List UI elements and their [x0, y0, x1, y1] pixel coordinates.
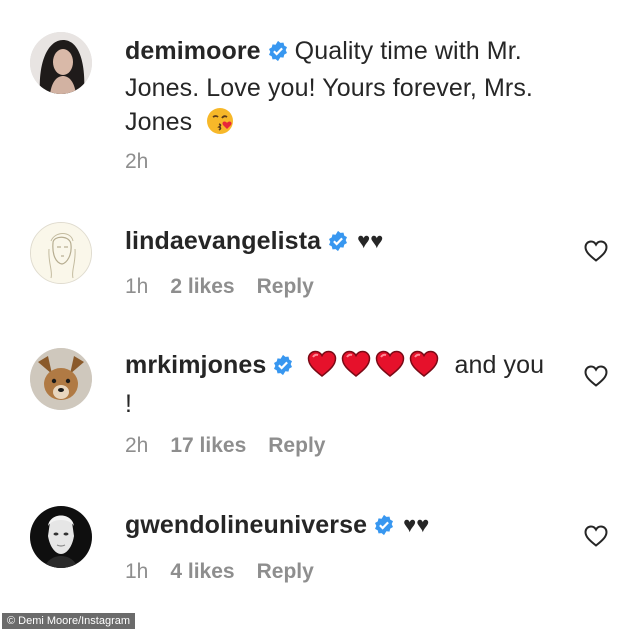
comment-meta: 1h 2 likes Reply	[125, 275, 314, 299]
comment-meta: 2h	[125, 150, 148, 174]
kissing-face-emoji-icon	[205, 106, 235, 145]
comment-text: and you	[454, 351, 545, 379]
red-heart-emoji-icon	[307, 350, 337, 387]
avatar[interactable]	[30, 222, 92, 284]
photo-credit: © Demi Moore/Instagram	[2, 613, 136, 629]
black-hearts-text: ♥♥	[403, 512, 430, 537]
verified-badge-icon	[327, 227, 349, 261]
avatar-sketch-icon	[31, 223, 91, 283]
like-heart-icon[interactable]	[584, 240, 608, 262]
verified-badge-icon	[373, 511, 395, 545]
username[interactable]: gwendolineuniverse	[125, 511, 367, 539]
comment-text: Jones	[125, 108, 193, 136]
comment-time: 2h	[125, 150, 149, 173]
reply-button[interactable]: Reply	[257, 560, 314, 584]
username[interactable]: demimoore	[125, 37, 261, 65]
like-heart-icon[interactable]	[584, 365, 608, 387]
avatar-photo-icon	[30, 32, 92, 94]
comment-text-line: !	[125, 390, 133, 418]
comment-text-line: lindaevangelista ♥♥	[125, 224, 574, 261]
red-heart-emoji-icon	[375, 350, 405, 387]
comment-time: 1h	[125, 560, 149, 583]
comment-text-line: demimoore Quality time with Mr.	[125, 34, 574, 71]
avatar-photo-icon	[30, 506, 92, 568]
avatar[interactable]	[30, 506, 92, 568]
comment-time: 2h	[125, 434, 149, 457]
black-hearts-text: ♥♥	[357, 228, 384, 253]
reply-button[interactable]: Reply	[268, 434, 325, 458]
comment-time: 1h	[125, 275, 149, 298]
comment-text-line: Jones	[125, 105, 574, 145]
reply-button[interactable]: Reply	[257, 275, 314, 299]
avatar[interactable]	[30, 32, 92, 94]
comment-meta: 1h 4 likes Reply	[125, 560, 314, 584]
verified-badge-icon	[267, 37, 289, 71]
verified-badge-icon	[272, 351, 294, 385]
comment-meta: 2h 17 likes Reply	[125, 434, 325, 458]
username[interactable]: mrkimjones	[125, 351, 266, 379]
red-heart-emoji-icon	[341, 350, 371, 387]
comment-text: Quality time with Mr.	[294, 37, 522, 65]
comment-text-line: Jones. Love you! Yours forever, Mrs.	[125, 74, 533, 102]
like-heart-icon[interactable]	[584, 525, 608, 547]
likes-count[interactable]: 17 likes	[170, 434, 246, 458]
likes-count[interactable]: 4 likes	[170, 560, 234, 584]
red-heart-emoji-icon	[409, 350, 439, 387]
username[interactable]: lindaevangelista	[125, 227, 321, 255]
comment-text-line: gwendolineuniverse ♥♥	[125, 508, 574, 545]
comment-text-line: mrkimjones and you	[125, 348, 574, 387]
likes-count[interactable]: 2 likes	[170, 275, 234, 299]
avatar[interactable]	[30, 348, 92, 410]
avatar-dog-icon	[30, 348, 92, 410]
